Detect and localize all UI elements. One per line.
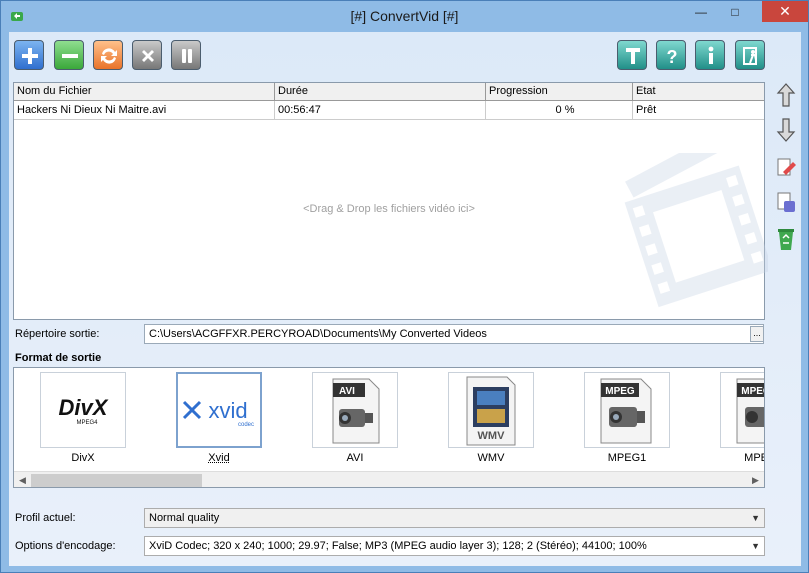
encoding-select[interactable]: XviD Codec; 320 x 240; 1000; 29.97; Fals… (144, 536, 765, 556)
add-icon (22, 48, 38, 64)
exit-button[interactable] (735, 40, 765, 70)
format-label: MPEG1 (607, 452, 647, 464)
column-filename[interactable]: Nom du Fichier (14, 83, 275, 101)
format-divx-tile[interactable]: DivX MPEG4 (40, 372, 126, 448)
format-label: AVI (346, 452, 364, 464)
output-dir-field[interactable]: C:\Users\ACGFFXR.PERCYROAD\Documents\My … (144, 324, 764, 344)
wmv-file-icon: WMV (466, 376, 516, 446)
format-xvid-tile[interactable]: xvid codec (176, 372, 262, 448)
remove-button[interactable] (54, 40, 84, 70)
avi-file-icon: AVI (332, 378, 380, 444)
browse-button[interactable]: ... (750, 326, 764, 342)
file-list[interactable]: Nom du Fichier Durée Progression Etat Ha… (13, 82, 768, 320)
convert-icon (101, 48, 117, 64)
cell-state: Prêt (636, 104, 657, 116)
move-down-icon[interactable] (775, 117, 797, 143)
scrollbar-thumb[interactable] (31, 474, 202, 487)
svg-text:?: ? (667, 47, 678, 67)
cell-progress: 0 % (486, 101, 633, 120)
encoding-value: XviD Codec; 320 x 240; 1000; 29.97; Fals… (149, 540, 647, 552)
main-window: [#] ConvertVid [#] — □ ✕ ? Nom du Fichie… (0, 0, 809, 573)
profile-select[interactable]: Normal quality ▼ (144, 508, 765, 528)
column-progress[interactable]: Progression (486, 83, 633, 101)
svg-text:DivX: DivX (59, 395, 109, 420)
help-icon: ? (667, 47, 678, 67)
edit-icon[interactable] (775, 154, 797, 180)
mpeg-file-icon: MPEG (600, 378, 652, 444)
move-up-icon[interactable] (775, 82, 797, 108)
format-avi-tile[interactable]: AVI (312, 372, 398, 448)
profile-label: Profil actuel: (15, 512, 76, 524)
help-button[interactable]: ? (656, 40, 686, 70)
table-row[interactable]: Hackers Ni Dieux Ni Maitre.avi 00:56:47 … (14, 101, 764, 120)
svg-text:WMV: WMV (478, 430, 506, 442)
drop-hint: <Drag & Drop les fichiers vidéo ici> (303, 203, 475, 215)
format-label: DivX (71, 452, 95, 464)
scroll-left-icon[interactable]: ◀ (14, 472, 31, 487)
mpeg-file-icon: MPEG (736, 378, 765, 444)
format-label: MPE (744, 452, 764, 464)
format-label: Xvid (208, 452, 230, 464)
format-wmv-tile[interactable]: WMV (448, 372, 534, 448)
format-mpeg2-tile[interactable]: MPEG (720, 372, 765, 448)
xvid-logo-icon: xvid codec (182, 398, 254, 428)
exit-icon (743, 47, 757, 65)
file-list-header: Nom du Fichier Durée Progression Etat (14, 83, 764, 101)
settings-t-icon (626, 48, 640, 64)
cell-duration: 00:56:47 (275, 101, 486, 120)
encoding-label: Options d'encodage: (15, 540, 116, 552)
output-dir-label: Répertoire sortie: (15, 328, 100, 340)
format-list[interactable]: DivX MPEG4 DivX xvid codec Xvid AVI AVI … (13, 367, 765, 488)
svg-text:AVI: AVI (339, 386, 355, 397)
svg-text:codec: codec (238, 422, 254, 428)
profile-value: Normal quality (149, 512, 220, 524)
add-button[interactable] (14, 40, 44, 70)
stop-icon (142, 50, 154, 62)
pause-button[interactable] (171, 40, 201, 70)
format-mpeg1-tile[interactable]: MPEG (584, 372, 670, 448)
title-bar: [#] ConvertVid [#] — □ ✕ (1, 1, 808, 31)
svg-text:MPEG: MPEG (605, 386, 635, 397)
pause-icon (182, 49, 192, 63)
svg-text:MPEG4: MPEG4 (76, 420, 98, 426)
film-watermark-icon (624, 153, 768, 308)
format-label: WMV (477, 452, 505, 464)
remove-icon (62, 54, 78, 58)
close-button[interactable]: ✕ (762, 1, 808, 22)
svg-text:MPEG: MPEG (741, 386, 765, 397)
minimize-button[interactable]: — (686, 1, 716, 23)
format-heading: Format de sortie (15, 352, 102, 364)
column-duration[interactable]: Durée (275, 83, 486, 101)
divx-logo-icon: DivX MPEG4 (59, 395, 109, 426)
column-state[interactable]: Etat (633, 83, 764, 101)
chevron-down-icon: ▼ (751, 513, 760, 523)
info-button[interactable] (695, 40, 725, 70)
properties-icon[interactable] (775, 190, 797, 216)
maximize-button[interactable]: □ (720, 1, 750, 23)
settings-button[interactable] (617, 40, 647, 70)
stop-button[interactable] (132, 40, 162, 70)
chevron-down-icon: ▼ (751, 541, 760, 551)
svg-text:xvid: xvid (208, 398, 247, 423)
info-icon (708, 46, 714, 64)
cell-filename: Hackers Ni Dieux Ni Maitre.avi (14, 101, 275, 120)
client-area: ? Nom du Fichier Durée Progression Etat … (9, 32, 801, 566)
recycle-bin-icon[interactable] (775, 226, 797, 252)
format-scrollbar[interactable]: ◀ ▶ (14, 471, 764, 487)
scroll-right-icon[interactable]: ▶ (747, 472, 764, 487)
convert-button[interactable] (93, 40, 123, 70)
